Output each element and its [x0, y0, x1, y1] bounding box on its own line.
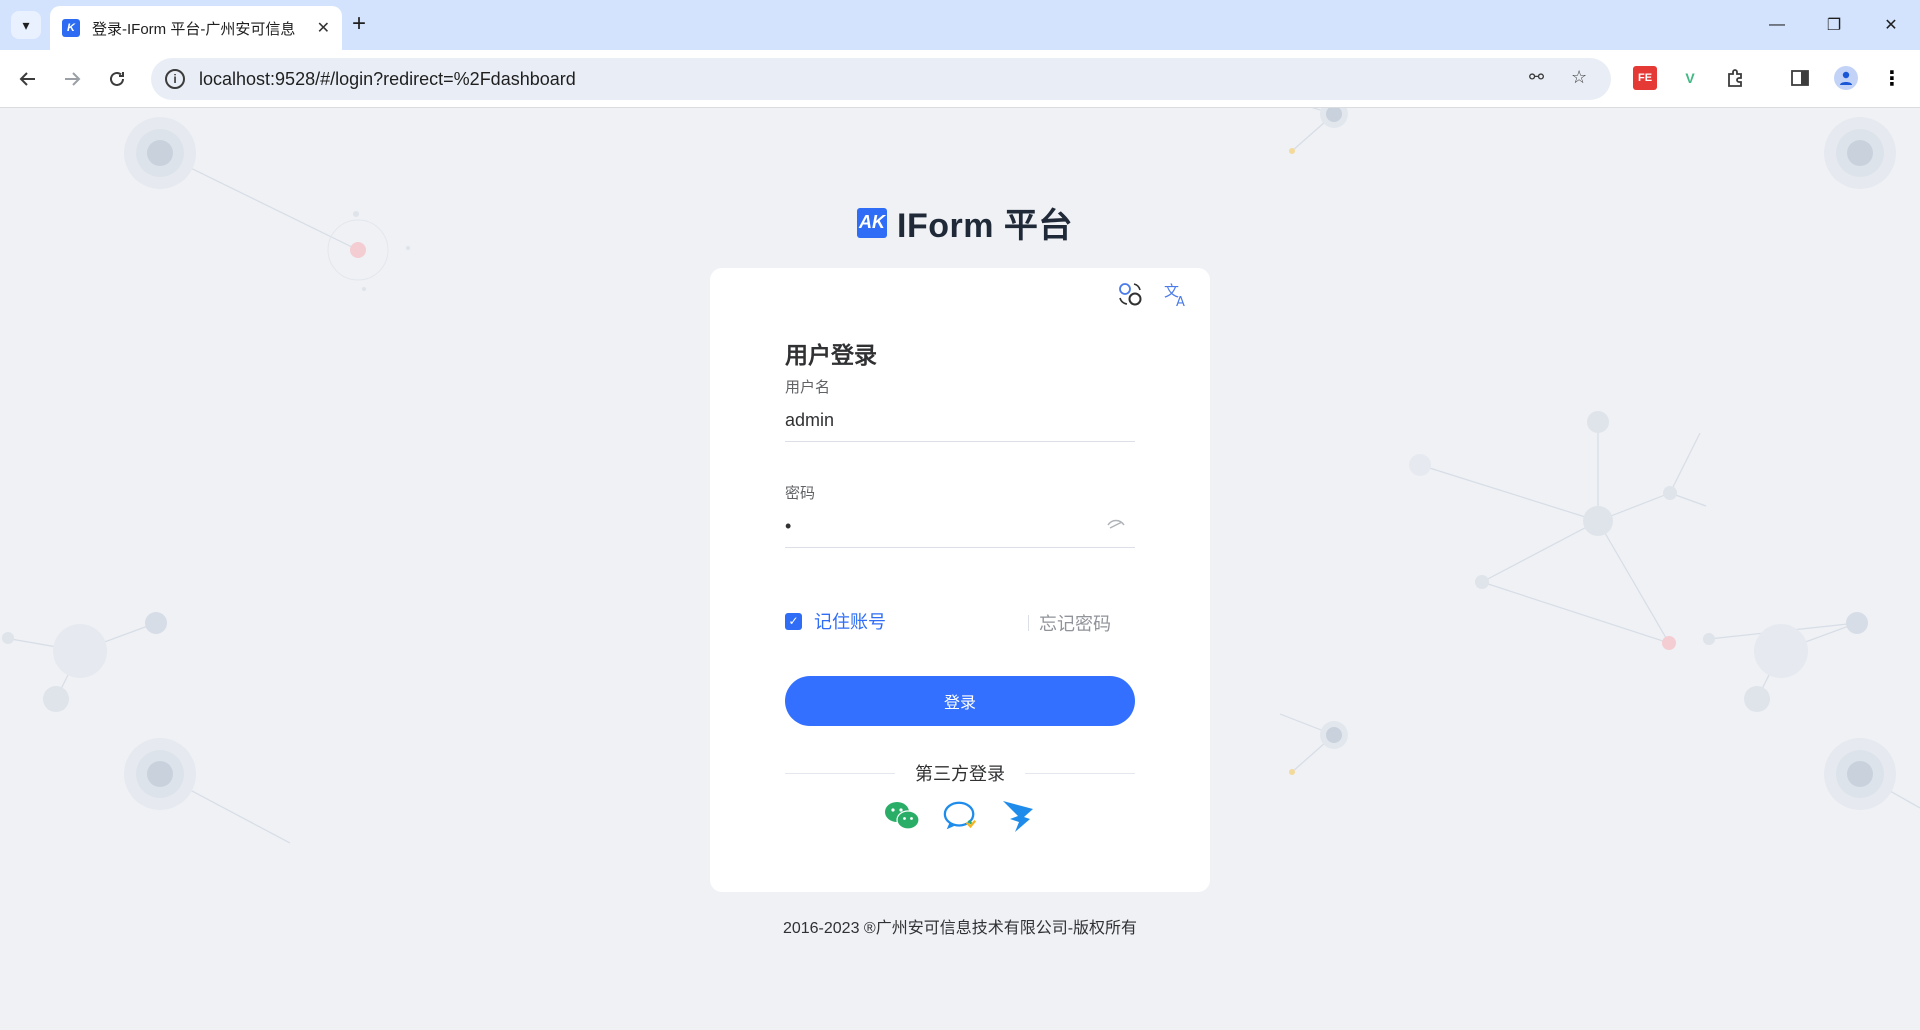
login-card: 文A 用户登录 用户名 admin 密码 • ✓ 记住账号 忘记密码 登录 第三… — [710, 268, 1210, 892]
profile-avatar-icon[interactable] — [1834, 66, 1858, 90]
password-label: 密码 — [785, 485, 816, 502]
key-icon[interactable]: ⚯ — [1529, 67, 1544, 88]
divider — [1028, 615, 1029, 631]
third-party-label: 第三方登录 — [915, 764, 1005, 784]
username-label: 用户名 — [785, 379, 831, 396]
social-login-list — [710, 798, 1210, 834]
login-page: AK IForm 平台 文A 用户登录 用户名 admin 密码 • ✓ 记住账… — [0, 108, 1920, 1030]
login-button[interactable]: 登录 — [785, 676, 1135, 726]
third-party-divider: 第三方登录 — [785, 760, 1135, 786]
forgot-password-link[interactable]: 忘记密码 — [1028, 610, 1111, 636]
window-close-button[interactable]: ✕ — [1862, 0, 1920, 50]
dingtalk-icon[interactable] — [1000, 798, 1036, 834]
arrow-right-icon — [65, 72, 81, 86]
browser-tab-active[interactable]: K 登录-IForm 平台-广州安可信息 ✕ — [50, 6, 342, 50]
arrow-left-icon — [19, 72, 35, 86]
brand-header: AK IForm 平台 — [857, 198, 1073, 247]
extension-vue-icon[interactable]: V — [1678, 66, 1702, 90]
side-panel-icon[interactable] — [1788, 66, 1812, 90]
address-bar[interactable]: i localhost:9528/#/login?redirect=%2Fdas… — [151, 58, 1611, 100]
footer-copyright: 2016-2023 ®广州安可信息技术有限公司-版权所有 — [782, 920, 1138, 937]
theme-switch-icon[interactable] — [1116, 280, 1144, 308]
new-tab-button[interactable]: + — [352, 12, 366, 36]
extensions-puzzle-icon[interactable] — [1723, 66, 1747, 90]
qq-chat-icon[interactable] — [942, 798, 978, 834]
forgot-password-label: 忘记密码 — [1039, 614, 1111, 634]
extension-fe-icon[interactable]: FE — [1633, 66, 1657, 90]
password-value: • — [785, 516, 792, 536]
star-icon[interactable]: ☆ — [1571, 67, 1587, 88]
brand-logo-icon: AK — [857, 207, 887, 238]
brand-name: IForm 平台 — [897, 207, 1073, 245]
remember-account-label: 记住账号 — [814, 612, 886, 632]
reload-icon — [110, 71, 124, 86]
eye-icon[interactable] — [1107, 518, 1125, 537]
site-info-icon[interactable]: i — [165, 69, 185, 89]
tab-close-icon[interactable]: ✕ — [317, 18, 330, 38]
reload-button[interactable] — [102, 64, 132, 94]
tab-title: 登录-IForm 平台-广州安可信息 — [92, 20, 296, 38]
chevron-down-icon: ▾ — [22, 16, 30, 33]
tab-favicon-icon: K — [62, 19, 80, 37]
forward-button[interactable] — [57, 64, 87, 94]
checkbox-checked-icon: ✓ — [785, 612, 802, 630]
username-field[interactable]: admin — [785, 400, 1135, 442]
remember-account-checkbox[interactable]: ✓ 记住账号 — [785, 608, 886, 634]
username-value: admin — [785, 410, 835, 430]
restore-button[interactable]: ❐ — [1805, 0, 1863, 50]
password-field[interactable]: • — [785, 506, 1135, 548]
back-button[interactable] — [13, 64, 43, 94]
browser-tab-bar: ▾ K 登录-IForm 平台-广州安可信息 ✕ + — ❐ ✕ — [0, 0, 1920, 50]
svg-text:A: A — [1176, 295, 1185, 308]
minimize-button[interactable]: — — [1748, 0, 1806, 50]
browser-menu-icon[interactable]: ⋮ — [1880, 66, 1904, 90]
url-text: localhost:9528/#/login?redirect=%2Fdashb… — [199, 68, 576, 89]
browser-toolbar: i localhost:9528/#/login?redirect=%2Fdas… — [0, 50, 1920, 108]
login-title: 用户登录 — [785, 342, 877, 368]
language-switch-icon[interactable]: 文A — [1162, 280, 1190, 308]
wechat-icon[interactable] — [884, 798, 920, 834]
tab-search-button[interactable]: ▾ — [11, 11, 41, 39]
